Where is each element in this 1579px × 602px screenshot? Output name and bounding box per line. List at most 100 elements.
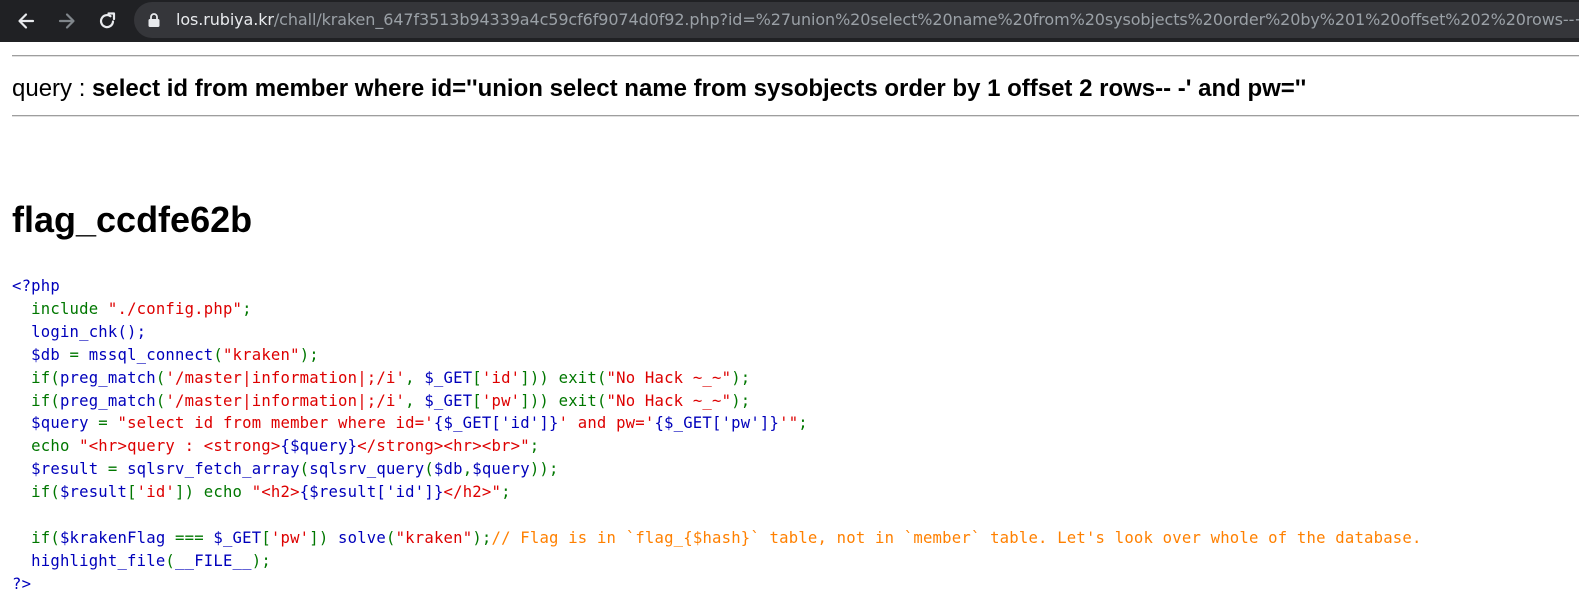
code-token: ( [165,551,176,570]
code-token: "./config.php" [107,299,243,318]
code-token: [ [472,368,482,387]
code-token: if( [12,368,60,387]
code-token: $krakenFlag [59,528,176,547]
code-token: 'pw' [270,528,310,547]
code-token: , [462,460,473,479]
code-token: if( [12,483,60,502]
arrow-left-icon [18,13,35,29]
bottom-divider [12,115,1579,117]
code-token: ( [299,460,310,479]
code-line: ?> [12,574,32,593]
code-token: ])) exit( [520,391,607,410]
code-token: sqlsrv_query [309,460,425,479]
arrow-right-icon [58,13,75,29]
code-token: 'pw' [481,391,521,410]
code-token: ); [731,391,751,410]
code-token: $query [12,414,99,433]
code-token: , [405,391,425,410]
code-token: {$result['id']} [299,483,444,502]
code-token: $query [472,460,530,479]
code-token: $result [59,483,128,502]
code-token: [ [127,483,137,502]
url-text: los.rubiya.kr/chall/kraken_647f3513b9433… [176,9,1579,31]
code-token: $_GET [213,528,262,547]
code-token: === [175,528,214,547]
code-comment: // Flag is in `flag_{$hash}` table, not … [491,528,1422,547]
code-token: ( [424,460,434,479]
code-line: login_chk(); [12,322,147,341]
code-token: ]) echo [175,483,252,502]
code-token: ( [386,528,396,547]
code-token: $_GET [424,391,473,410]
code-token: ( [155,368,166,387]
back-button[interactable] [12,7,40,35]
reload-icon [99,12,116,29]
code-token: {$query} [280,437,358,456]
code-token: = [107,460,128,479]
code-token: ); [299,345,319,364]
query-label: query : [12,75,93,102]
code-token: ; [501,483,511,502]
code-token: '/master|information|;/i' [165,391,406,410]
code-token: $db [12,345,70,364]
code-token: "No Hack ~_~" [606,368,732,387]
code-token: mssql_connect [88,345,214,364]
lock-icon [148,13,160,27]
code-token: if( [12,391,60,410]
code-token: [ [261,528,271,547]
code-token: "<h2> [251,483,300,502]
code-line: <?php [12,277,60,295]
code-token: ); [731,368,751,387]
code-token: "select id from member where id=' [117,414,434,433]
code-token: __FILE__ [175,551,252,570]
browser-toolbar: los.rubiya.kr/chall/kraken_647f3513b9433… [0,0,1579,42]
code-token: '" [779,414,799,433]
query-sql: select id from member where id=''union s… [92,75,1307,102]
code-token: {$_GET['pw']} [654,414,780,433]
code-token: ; [529,437,540,456]
query-line: query : select id from member where id='… [12,75,1306,103]
code-token: 'id' [481,368,521,387]
code-token: [ [472,391,482,410]
address-bar[interactable]: los.rubiya.kr/chall/kraken_647f3513b9433… [134,2,1579,38]
code-token: if( [12,528,60,547]
code-token: "kraken" [222,345,300,364]
reload-button[interactable] [93,7,121,35]
code-token: preg_match [59,368,156,387]
code-token: "kraken" [395,528,473,547]
code-token: echo [12,437,80,456]
code-token: ); [472,528,492,547]
code-token: = [98,414,118,433]
forward-button[interactable] [53,7,81,35]
url-path: /chall/kraken_647f3513b94339a4c59cf6f907… [273,10,1579,29]
code-token: solve [338,528,386,547]
code-token: ; [242,299,252,318]
code-token: = [69,345,89,364]
code-token: ' and pw=' [558,414,655,433]
url-host: los.rubiya.kr [176,10,274,29]
code-token: ); [251,551,271,570]
code-token: "<hr>query : <strong> [79,437,281,456]
code-token: '/master|information|;/i' [165,368,406,387]
code-token: preg_match [59,391,156,410]
code-token: "No Hack ~_~" [606,391,732,410]
code-token: ; [798,414,808,433]
code-token: </strong><hr><br>" [357,437,530,456]
code-token: include [12,299,108,318]
code-token: sqlsrv_fetch_array [127,460,300,479]
code-token: ( [213,345,223,364]
result-heading: flag_ccdfe62b [12,199,253,240]
code-token: ])) exit( [520,368,607,387]
code-token: )); [529,460,559,479]
code-token: $db [433,460,463,479]
top-divider [12,55,1579,57]
code-token: </h2>" [443,483,502,502]
code-token: ]) [309,528,339,547]
php-source-code: <?php include "./config.php"; login_chk(… [12,275,1422,596]
code-token: {$_GET['id']} [433,414,559,433]
code-token: , [405,368,425,387]
code-token: highlight_file [12,551,166,570]
code-token: ( [155,391,166,410]
code-token: 'id' [136,483,176,502]
code-token: $_GET [424,368,473,387]
